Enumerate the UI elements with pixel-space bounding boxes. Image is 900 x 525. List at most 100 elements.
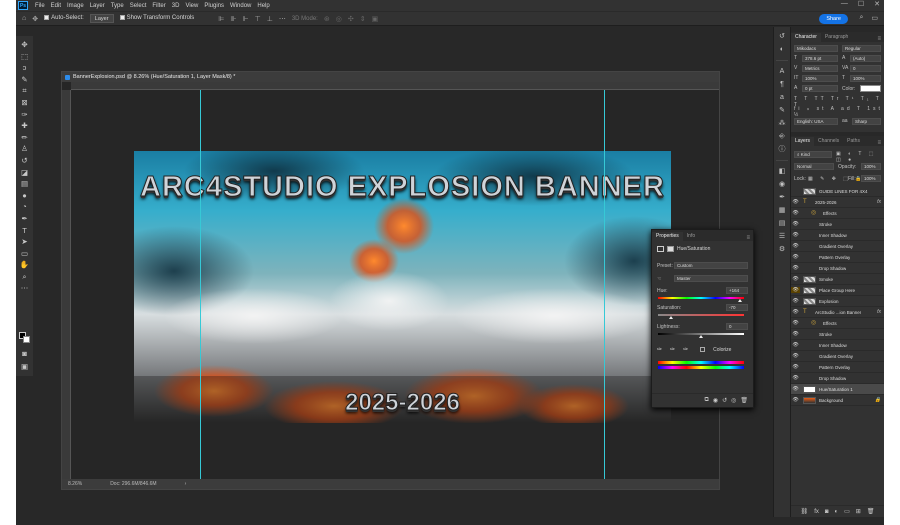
more-icon[interactable]: ⋯ (19, 282, 31, 294)
lightness-slider-knob[interactable] (699, 335, 703, 338)
brushes-icon[interactable]: ✎ (777, 105, 788, 116)
swatches-panel-icon[interactable]: ▤ (777, 218, 788, 229)
opentype-buttons[interactable]: fi ℴ st A ad T 1st ½ (794, 106, 884, 118)
menu-edit[interactable]: Edit (48, 3, 64, 9)
quick-mask-icon[interactable]: ◙ (19, 348, 31, 360)
canvas[interactable]: ARC4STUDIO EXPLOSION BANNER 2025-2026 (71, 90, 719, 479)
stamp-icon[interactable]: ♙ (19, 143, 31, 155)
clip-to-layer-icon[interactable]: ⧉ (705, 397, 709, 404)
layer-row[interactable]: 👁 Drop Shadow (791, 263, 884, 274)
eyedropper-icon[interactable]: ✑ (657, 346, 662, 353)
pen-icon[interactable]: ✒ (19, 213, 31, 225)
visibility-eye-icon[interactable]: 👁 (791, 287, 800, 293)
layer-thumbnail[interactable] (803, 286, 816, 294)
background-color-swatch[interactable] (23, 336, 30, 343)
quick-select-icon[interactable]: ✎ (19, 74, 31, 86)
zoom-icon[interactable]: ⌕ (19, 271, 31, 283)
mask-icon[interactable]: ◙ (825, 509, 829, 515)
roll-3d-icon[interactable]: ◎ (336, 15, 342, 23)
layer-thumbnail[interactable] (803, 297, 816, 305)
layer-row[interactable]: 👁 T ArcStudio ...ion Banner fx (791, 307, 884, 318)
layer-row[interactable]: 👁 ◎ Effects (791, 208, 884, 219)
paths-panel-icon[interactable]: ✒ (777, 192, 788, 203)
layer-filter-icons[interactable]: ▣ ◐ T ⬚ ◫ ● (836, 151, 884, 163)
visibility-eye-icon[interactable]: 👁 (791, 243, 800, 249)
link-icon[interactable]: ⛓ (801, 508, 809, 515)
zoom-level[interactable]: 8.26% (68, 481, 82, 487)
eyedropper-icon[interactable]: ✑ (19, 109, 31, 121)
move-tool-icon[interactable]: ✥ (32, 15, 38, 23)
auto-select-target-dropdown[interactable]: Layer (89, 14, 114, 23)
layer-row[interactable]: 👁 ◎ Effects (791, 318, 884, 329)
artboard-icon[interactable]: ⬚ (19, 51, 31, 63)
layer-row[interactable]: 👁 Pattern Overlay (791, 252, 884, 263)
visibility-eye-icon[interactable]: 👁 (791, 353, 800, 359)
fill-field[interactable]: 100% (861, 175, 881, 182)
tab-layers[interactable]: Layers (791, 137, 815, 146)
mask-icon[interactable] (667, 246, 674, 252)
align-top-icon[interactable]: ⊤ (255, 15, 261, 23)
lightness-value-field[interactable]: 0 (726, 323, 748, 330)
menu-window[interactable]: Window (227, 3, 254, 9)
hue-value-field[interactable]: +164 (726, 287, 748, 294)
visibility-eye-icon[interactable]: 👁 (791, 298, 800, 304)
layer-row[interactable]: 👁 Background 🔒 (791, 395, 884, 406)
auto-select-checkbox[interactable]: Auto-Select: (44, 15, 84, 22)
layer-row[interactable]: 👁 Stroke (791, 329, 884, 340)
baseline-shift-field[interactable]: 0 pt (802, 85, 838, 92)
layers-panel-icon[interactable]: ◧ (777, 166, 788, 177)
lasso-icon[interactable]: ↄ (19, 62, 31, 74)
tracking-field[interactable]: 0 (850, 65, 881, 72)
visibility-eye-icon[interactable]: 👁 (791, 364, 800, 370)
maximize-icon[interactable]: ☐ (858, 0, 864, 8)
fx-icon[interactable]: fx (814, 509, 819, 515)
menu-select[interactable]: Select (127, 3, 150, 9)
tab-info[interactable]: Info (683, 232, 699, 241)
layer-row[interactable]: 👁 Hue/Saturation 1 (791, 384, 884, 395)
clone-source-icon[interactable]: ⎆ (777, 131, 788, 142)
home-icon[interactable]: ⌂ (22, 15, 26, 22)
tab-paragraph[interactable]: Paragraph (821, 33, 852, 42)
visibility-eye-icon[interactable]: 👁 (791, 210, 800, 216)
visibility-eye-icon[interactable]: 👁 (791, 375, 800, 381)
targeted-adjust-icon[interactable]: ☜ (657, 276, 661, 282)
frame-icon[interactable]: ⊠ (19, 97, 31, 109)
layer-thumbnail[interactable] (803, 385, 816, 393)
visibility-eye-icon[interactable]: 👁 (791, 386, 800, 392)
new-layer-icon[interactable]: ⊞ (856, 508, 861, 515)
path-select-icon[interactable]: ➤ (19, 236, 31, 248)
font-style-dropdown[interactable]: Regular (842, 45, 881, 52)
healing-icon[interactable]: ✚ (19, 120, 31, 132)
tab-paths[interactable]: Paths (843, 137, 864, 146)
menu-image[interactable]: Image (64, 3, 87, 9)
kerning-field[interactable]: Metrics (802, 65, 838, 72)
history-icon[interactable]: ↺ (777, 31, 788, 42)
fx-badge[interactable]: fx (877, 309, 881, 315)
menu-help[interactable]: Help (254, 3, 272, 9)
reset-icon[interactable]: ↺ (722, 397, 727, 404)
delete-icon[interactable]: 🗑 (740, 397, 748, 404)
tab-channels[interactable]: Channels (814, 137, 843, 146)
view-previous-icon[interactable]: ◉ (713, 397, 718, 404)
saturation-value-field[interactable]: -70 (726, 304, 748, 311)
show-transform-checkbox[interactable]: Show Transform Controls (119, 15, 194, 22)
panel-menu-icon[interactable]: ≡ (877, 36, 881, 42)
antialias-dropdown[interactable]: Sharp (852, 118, 881, 125)
layer-row[interactable]: 👁 Place Group Here (791, 285, 884, 296)
eyedropper-add-icon[interactable]: ✑ (670, 346, 675, 353)
layer-row[interactable]: 👁 Explosion (791, 296, 884, 307)
brush-icon[interactable]: ✏ (19, 132, 31, 144)
menu-layer[interactable]: Layer (87, 3, 108, 9)
visibility-eye-icon[interactable]: 👁 (791, 331, 800, 337)
menu-plugins[interactable]: Plugins (201, 3, 227, 9)
visibility-eye-icon[interactable]: 👁 (791, 276, 800, 282)
document-tab[interactable]: BannerExplosion.psd @ 8.26% (Hue/Saturat… (62, 72, 719, 82)
layer-row[interactable]: 👁 Gradient Overlay (791, 351, 884, 362)
channels-panel-icon[interactable]: ◉ (777, 179, 788, 190)
menu-3d[interactable]: 3D (169, 3, 183, 9)
move-icon[interactable]: ✥ (19, 39, 31, 51)
hue-slider-knob[interactable] (738, 299, 743, 302)
visibility-eye-icon[interactable]: 👁 (791, 397, 800, 403)
visibility-icon[interactable]: ◎ (731, 397, 736, 404)
info-icon[interactable]: ⓘ (777, 144, 788, 155)
